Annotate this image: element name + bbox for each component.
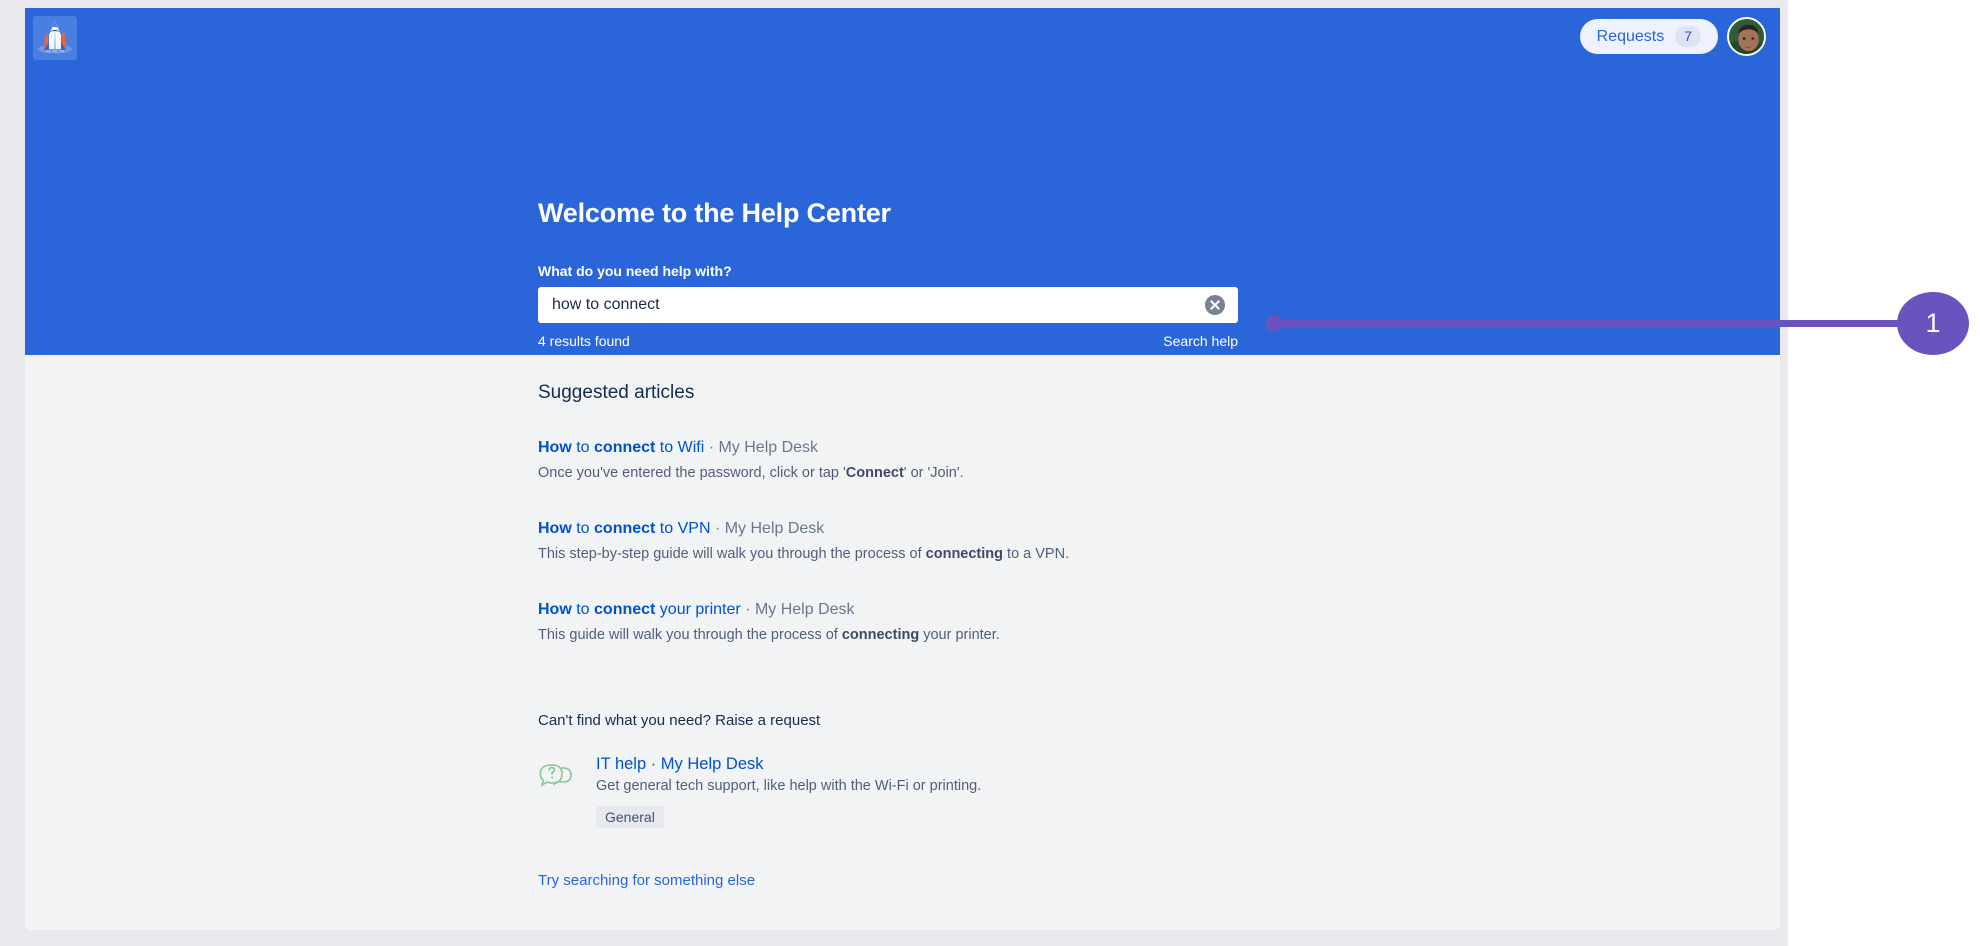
article-description: Once you've entered the password, click … (538, 464, 964, 481)
screenshot-root: Requests 7 Welcome to the Help Center Wh… (0, 0, 1980, 946)
help-center-page: Requests 7 Welcome to the Help Center Wh… (25, 8, 1780, 930)
article-result[interactable]: How to connect to VPN · My Help Desk This… (538, 518, 1438, 564)
annotation-leader-line (1274, 320, 1904, 327)
article-title-link[interactable]: How to connect to Wifi · My Help Desk (538, 437, 1438, 459)
speech-bubbles-question-icon (539, 764, 572, 788)
header-actions: Requests 7 (1579, 17, 1766, 56)
try-again-link[interactable]: Try searching for something else (538, 872, 755, 889)
results-area: Suggested articles How to connect to Wif… (25, 355, 1780, 930)
article-source: · My Help Desk (740, 601, 855, 619)
article-source: · My Help Desk (710, 520, 825, 538)
raise-request-heading: Can't find what you need? Raise a reques… (538, 712, 821, 730)
clear-icon[interactable] (1205, 295, 1225, 315)
requests-button[interactable]: Requests 7 (1579, 19, 1718, 54)
article-title-link[interactable]: How to connect to VPN · My Help Desk (538, 518, 1438, 540)
vertical-scrollbar[interactable] (1780, 0, 1788, 946)
article-source: · My Help Desk (704, 439, 819, 456)
article-list: How to connect to Wifi · My Help Desk Onc… (538, 437, 1438, 645)
search-meta-row: 4 results found Search help (538, 333, 1238, 349)
rocket-icon[interactable] (33, 16, 77, 60)
article-title-link[interactable]: How to connect your printer · My Help De… (538, 599, 1438, 621)
page-title: Welcome to the Help Center (538, 198, 891, 228)
list-item[interactable]: IT help · My Help Desk Get general tech … (538, 755, 1438, 829)
article-description: This step-by-step guide will walk you th… (538, 545, 1070, 562)
search-input[interactable] (538, 287, 1238, 323)
hero-banner: Requests 7 Welcome to the Help Center Wh… (25, 8, 1780, 355)
request-type-description: Get general tech support, like help with… (596, 778, 982, 795)
request-type-link[interactable]: IT help · My Help Desk (596, 755, 764, 773)
status-badge: General (596, 806, 664, 829)
hero-content: Welcome to the Help Center What do you n… (538, 8, 1238, 349)
article-description: This guide will walk you through the pro… (538, 626, 1000, 643)
annotation-badge-1: 1 (1897, 292, 1969, 355)
results-count: 4 results found (538, 333, 630, 349)
search-field-wrapper (538, 287, 1238, 323)
suggested-articles-heading: Suggested articles (538, 382, 695, 403)
article-result[interactable]: How to connect your printer · My Help De… (538, 599, 1438, 645)
search-help-link[interactable]: Search help (1163, 333, 1238, 349)
requests-count-badge: 7 (1675, 26, 1701, 47)
avatar[interactable] (1727, 17, 1766, 56)
search-label: What do you need help with? (538, 263, 732, 279)
article-result[interactable]: How to connect to Wifi · My Help Desk Onc… (538, 437, 1438, 483)
requests-label: Requests (1596, 27, 1665, 45)
